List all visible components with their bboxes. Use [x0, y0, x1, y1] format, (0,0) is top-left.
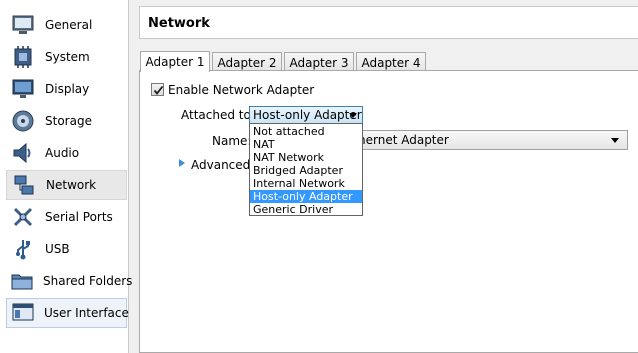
dropdown-option[interactable]: NAT — [250, 138, 362, 151]
sidebar-item-label: Shared Folders — [43, 274, 133, 288]
sidebar-item-shared-folders[interactable]: Shared Folders — [6, 266, 132, 296]
expand-arrow-icon[interactable] — [179, 159, 185, 167]
usb-icon — [11, 237, 35, 261]
dropdown-option[interactable]: Internal Network — [250, 177, 362, 190]
sidebar-item-label: System — [45, 50, 90, 64]
tab-adapter-4[interactable]: Adapter 4 — [356, 52, 426, 72]
sidebar-item-general[interactable]: General — [6, 10, 127, 40]
attached-to-combobox[interactable]: Host-only Adapter — [249, 106, 363, 124]
name-combobox[interactable]: hernet Adapter — [354, 130, 628, 150]
chevron-down-icon — [611, 138, 619, 143]
sidebar-item-display[interactable]: Display — [6, 74, 127, 104]
network-icon — [12, 173, 36, 197]
name-label: Name: — [212, 134, 252, 148]
sidebar-item-label: USB — [45, 242, 70, 256]
sidebar-item-audio[interactable]: Audio — [6, 138, 127, 168]
sidebar-item-user-interface[interactable]: User Interface — [6, 298, 129, 328]
attached-to-value: Host-only Adapter — [253, 108, 362, 122]
dropdown-option[interactable]: NAT Network — [250, 151, 362, 164]
tab-adapter-1[interactable]: Adapter 1 — [140, 51, 210, 72]
name-value: hernet Adapter — [358, 133, 449, 147]
settings-sidebar: General System Display Storage Audio Net… — [0, 0, 132, 353]
sidebar-item-label: User Interface — [44, 306, 129, 320]
sidebar-item-label: Audio — [45, 146, 80, 160]
sidebar-item-label: General — [45, 18, 93, 32]
page-header: Network — [139, 6, 638, 39]
sidebar-item-storage[interactable]: Storage — [6, 106, 127, 136]
sidebar-item-system[interactable]: System — [6, 42, 127, 72]
sidebar-item-serial-ports[interactable]: Serial Ports — [6, 202, 127, 232]
advanced-toggle[interactable]: Advanced — [191, 158, 250, 172]
system-icon — [11, 45, 35, 69]
storage-icon — [11, 109, 35, 133]
chevron-down-icon — [349, 113, 357, 118]
dropdown-option[interactable]: Generic Driver — [250, 203, 362, 216]
tab-adapter-2[interactable]: Adapter 2 — [212, 52, 282, 72]
sidebar-item-label: Storage — [45, 114, 92, 128]
display-icon — [11, 77, 35, 101]
dropdown-option-selected[interactable]: Host-only Adapter — [250, 190, 362, 203]
attached-to-dropdown-list: Not attached NAT NAT Network Bridged Ada… — [249, 123, 363, 216]
checkmark-icon — [153, 85, 164, 95]
sidebar-item-label: Serial Ports — [45, 210, 113, 224]
general-icon — [11, 13, 35, 37]
page-title: Network — [148, 16, 210, 31]
serial-ports-icon — [11, 205, 35, 229]
sidebar-item-usb[interactable]: USB — [6, 234, 127, 264]
dropdown-option[interactable]: Bridged Adapter — [250, 164, 362, 177]
tab-adapter-3[interactable]: Adapter 3 — [284, 52, 354, 72]
dropdown-option[interactable]: Not attached — [250, 125, 362, 138]
sidebar-item-label: Network — [46, 178, 97, 192]
enable-adapter-checkbox[interactable] — [151, 83, 164, 96]
attached-to-label: Attached to: — [181, 108, 255, 122]
shared-folders-icon — [11, 269, 33, 293]
audio-icon — [11, 141, 35, 165]
sidebar-item-label: Display — [45, 82, 90, 96]
user-interface-icon — [12, 301, 34, 325]
sidebar-item-network[interactable]: Network — [6, 170, 127, 200]
enable-adapter-label[interactable]: Enable Network Adapter — [168, 83, 314, 97]
